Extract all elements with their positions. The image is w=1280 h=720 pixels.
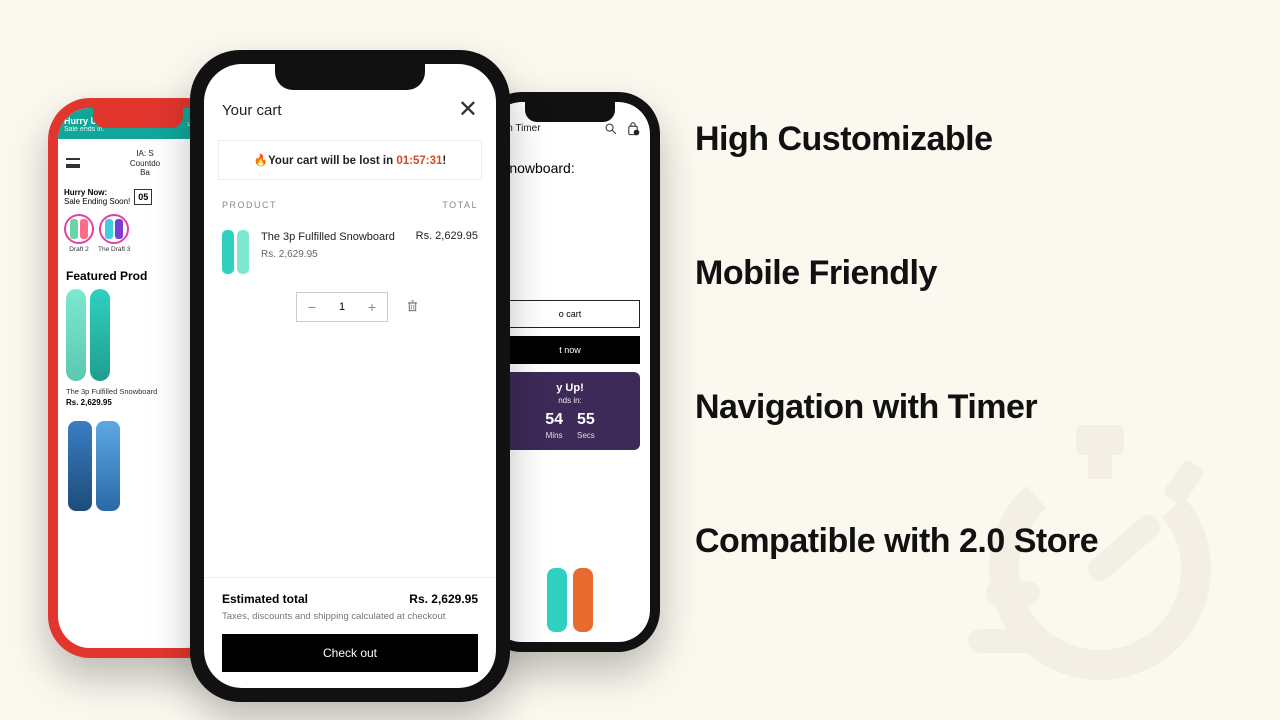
timer-title: y Up! <box>508 382 632 394</box>
search-icon[interactable] <box>604 122 618 136</box>
add-to-cart-button[interactable]: o cart <box>500 300 640 328</box>
countdown-widget: y Up! nds in: 54 Mins 55 Secs <box>500 372 640 450</box>
trash-icon[interactable] <box>406 299 419 315</box>
timer-sub: nds in: <box>508 396 632 405</box>
cart-line-item: The 3p Fulfilled Snowboard Rs. 2,629.95 … <box>204 216 496 288</box>
banner-subtitle: Sale ends in: <box>64 126 106 133</box>
timer-mins: 54 <box>545 411 563 429</box>
alert-timer: 01:57:31 <box>396 155 442 167</box>
timer-secs-label: Secs <box>577 431 595 440</box>
col-product: PRODUCT <box>222 200 277 210</box>
checkout-button[interactable]: Check out <box>222 634 478 672</box>
feature-list: High Customizable Mobile Friendly Naviga… <box>695 120 1098 561</box>
alert-prefix: 🔥Your cart will be lost in <box>254 155 397 167</box>
thumb-icon <box>547 568 567 632</box>
cart-item-name: The 3p Fulfilled Snowboard <box>261 230 404 245</box>
hamburger-icon[interactable] <box>66 158 80 168</box>
quantity-stepper[interactable]: − 1 + <box>296 292 388 322</box>
feature-item: Navigation with Timer <box>695 388 1098 427</box>
phone-mockups: Hurry Up! Sale ends in: Days Hrs IA: S C… <box>40 50 660 690</box>
product-heading: Snowboard: <box>490 154 650 190</box>
cart-item-linetotal: Rs. 2,629.95 <box>416 230 478 274</box>
cart-item-unitprice: Rs. 2,629.95 <box>261 249 404 260</box>
story-item[interactable]: Draft 2 <box>64 214 94 253</box>
cart-expiry-alert: 🔥Your cart will be lost in 01:57:31! <box>218 140 482 180</box>
product-price: Rs. 2,629.95 <box>66 398 210 407</box>
feature-item: Compatible with 2.0 Store <box>695 522 1098 561</box>
tax-note: Taxes, discounts and shipping calculated… <box>222 611 478 622</box>
col-total: TOTAL <box>442 200 478 210</box>
phone-center-cart: Your cart ✕ 🔥Your cart will be lost in 0… <box>190 50 510 702</box>
story-label: Draft 2 <box>69 246 89 253</box>
qty-increase-button[interactable]: + <box>357 293 387 321</box>
product-name: The 3p Fulfilled Snowboard <box>66 387 210 396</box>
story-item[interactable]: The Draft 3 <box>98 214 131 253</box>
alert-suffix: ! <box>442 155 446 167</box>
estimated-label: Estimated total <box>222 592 308 606</box>
buy-now-button[interactable]: t now <box>500 336 640 364</box>
close-icon[interactable]: ✕ <box>458 98 478 122</box>
hurry-sub: Sale Ending Soon! <box>64 197 130 206</box>
hurry-label: Hurry Now: <box>64 188 130 197</box>
feature-item: High Customizable <box>695 120 1098 159</box>
thumb-icon <box>573 568 593 632</box>
qty-decrease-button[interactable]: − <box>297 293 327 321</box>
timer-mins-label: Mins <box>545 431 563 440</box>
timer-secs: 55 <box>577 411 595 429</box>
feature-item: Mobile Friendly <box>695 254 1098 293</box>
hurry-countbox: 05 <box>134 189 152 205</box>
story-label: The Draft 3 <box>98 246 131 253</box>
bag-icon[interactable] <box>626 122 640 136</box>
cart-item-thumb <box>222 230 249 274</box>
cart-title: Your cart <box>222 102 281 119</box>
qty-value: 1 <box>327 301 357 313</box>
estimated-value: Rs. 2,629.95 <box>409 592 478 606</box>
